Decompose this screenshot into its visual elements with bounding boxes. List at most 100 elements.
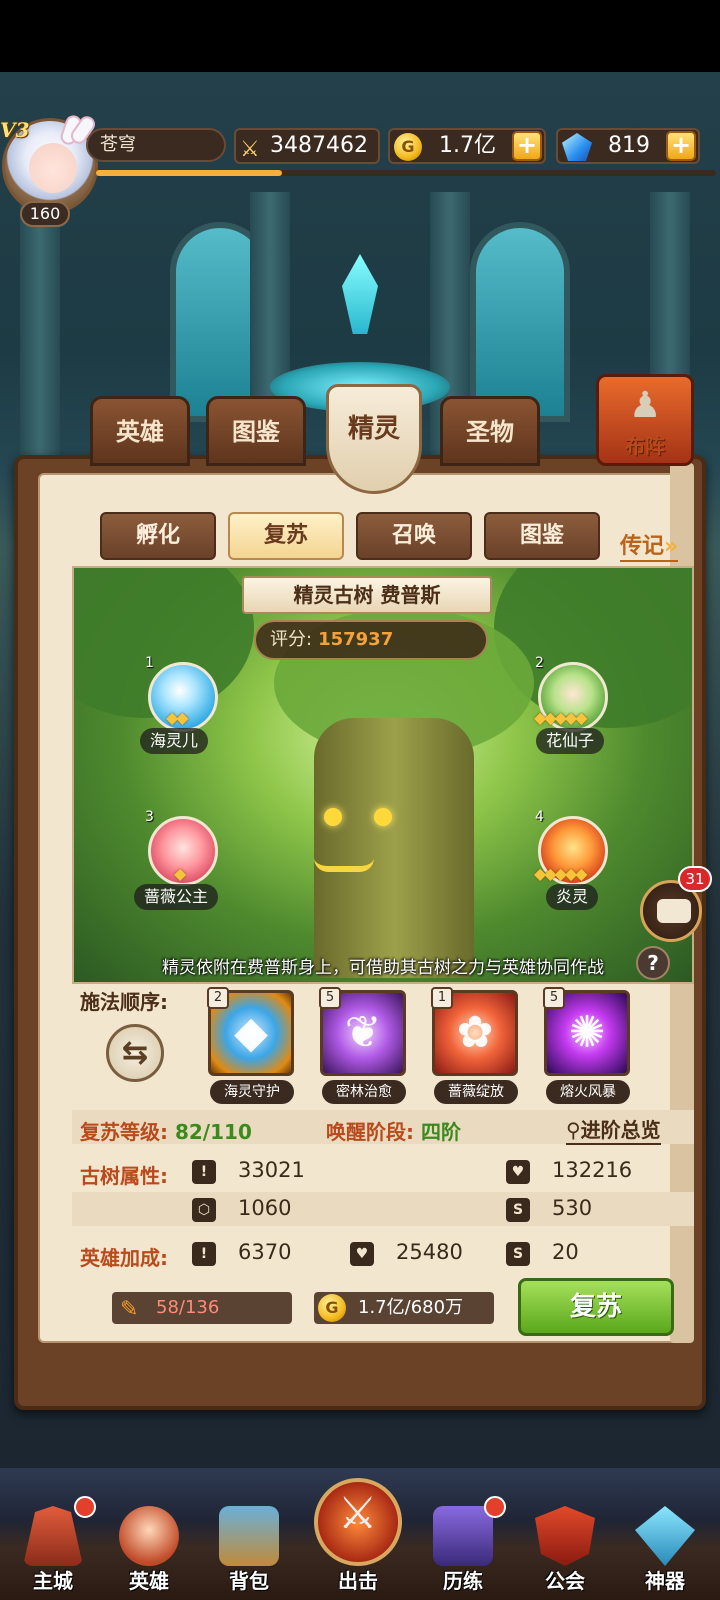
subtab-hatch[interactable]: 孵化 [100,512,216,560]
material-cost: ✎ 58/136 [112,1292,292,1324]
hero-bonus-label: 英雄加成: [80,1246,168,1270]
material-icon: ✎ [120,1297,139,1322]
speed-icon: S [506,1198,530,1222]
gold-value: 1.7亿 [439,133,496,158]
bonus-attack: 6370 [238,1240,292,1264]
status-bar-area [0,0,720,72]
sprite-name: 蔷薇公主 [134,884,219,910]
swap-icon: ⇆ [121,1033,149,1071]
tab-hero[interactable]: 英雄 [90,396,190,466]
nav-label: 神器 [645,1569,685,1593]
nav-label: 背包 [229,1569,269,1593]
nav-artifact[interactable]: 神器 [620,1506,710,1600]
health-icon: ♥ [506,1160,530,1184]
legend-label: 传记 [620,534,665,559]
skill-slot-1[interactable]: ◆ 2 [207,987,294,1076]
magnifier-icon: ⚲ [566,1118,581,1142]
slot-number: 1 [145,655,154,671]
skill-name: 海灵守护 [210,1080,294,1104]
skill-level: 1 [431,987,453,1009]
nav-label: 主城 [33,1569,73,1593]
ancient-tree-scene: 精灵古树 费普斯 评分: 157937 1 ◆◆ 海灵儿 2 ◆◆◆◆◆ 花仙子 … [72,566,694,984]
slot-number: 4 [535,809,544,825]
crystal-icon [635,1506,695,1566]
gold-coin-icon: G [318,1294,346,1322]
subtab-revive[interactable]: 复苏 [228,512,344,560]
swap-order-button[interactable]: ⇆ [106,1024,164,1082]
hero-portrait-icon [119,1506,179,1566]
nav-label: 出击 [338,1569,378,1593]
revive-button[interactable]: 复苏 [518,1278,674,1336]
notification-dot [74,1496,96,1518]
score-pill: 评分: 157937 [254,620,488,660]
gold-cost: G 1.7亿/680万 [314,1292,494,1324]
bonus-hp: 25480 [396,1240,463,1264]
gold-counter: G 1.7亿 + [388,128,546,164]
subtab-atlas[interactable]: 图鉴 [484,512,600,560]
sprite-name: 海灵儿 [140,728,209,754]
notification-dot [484,1496,506,1518]
skill-slot-4[interactable]: ✺ 5 [543,987,630,1076]
skill-slot-3[interactable]: ✿ 1 [431,987,518,1076]
skill-slot-2[interactable]: ❦ 5 [319,987,406,1076]
crossed-swords-icon: ⚔ [240,137,260,162]
cast-order-label: 施法顺序: [80,990,168,1014]
nav-label: 英雄 [129,1569,169,1593]
nav-bag[interactable]: 背包 [204,1506,294,1600]
nav-hero[interactable]: 英雄 [104,1506,194,1600]
skill-name: 蔷薇绽放 [434,1080,518,1104]
advance-overview-label: 进阶总览 [580,1118,661,1142]
revive-level-row: 复苏等级: 82/110 [80,1116,252,1145]
gem-counter: 819 + [556,128,700,164]
speed-icon: S [506,1242,530,1266]
advance-overview-link[interactable]: ⚲进阶总览 [566,1114,661,1145]
skill-level: 2 [207,987,229,1009]
attack-icon: ! [192,1242,216,1266]
tab-spirit[interactable]: 精灵 [326,384,422,494]
exp-fill [96,170,282,176]
tree-attack: 33021 [238,1158,305,1182]
subtab-summon[interactable]: 召唤 [356,512,472,560]
gold-cost-value: 1.7亿/680万 [358,1297,464,1318]
gold-coin-icon: G [394,133,422,161]
backpack-icon [219,1506,279,1566]
revive-level-value: 82/110 [174,1120,252,1144]
guild-shield-icon [535,1506,595,1566]
tree-speed: 530 [552,1196,593,1220]
material-cost-value: 58/136 [156,1297,220,1318]
castle-icon [23,1506,83,1566]
skill-level: 5 [319,987,341,1009]
star-rating: ◆ [174,864,186,883]
legend-link[interactable]: 传记» [620,528,679,562]
gem-value: 819 [608,133,650,158]
revive-level-label: 复苏等级: [80,1120,168,1144]
nav-guild[interactable]: 公会 [520,1506,610,1600]
awaken-stage-row: 唤醒阶段: 四阶 [326,1116,461,1145]
nav-label: 历练 [443,1569,483,1593]
nav-main-city[interactable]: 主城 [8,1506,98,1600]
bonus-speed: 20 [552,1240,579,1264]
add-gem-button[interactable]: + [666,131,696,161]
double-chevron-right-icon: » [664,534,679,559]
tree-description: 精灵依附在费普斯身上，可借助其古树之力与英雄协同作战 [162,958,604,978]
tree-trunk [314,718,474,978]
slot-number: 3 [145,809,154,825]
nav-label: 公会 [545,1569,585,1593]
skill-name: 熔火风暴 [546,1080,630,1104]
tab-atlas[interactable]: 图鉴 [206,396,306,466]
formation-label: 布阵 [625,434,665,458]
sword-icon: ⚔ [338,1488,378,1539]
sprite-name: 花仙子 [536,728,605,754]
chat-badge: 31 [678,866,712,892]
nav-battle[interactable]: ⚔ 出击 [308,1474,408,1600]
help-button[interactable]: ? [636,946,670,980]
attack-icon: ! [192,1160,216,1184]
nav-trials[interactable]: 历练 [418,1506,508,1600]
exp-bar [96,170,716,176]
formation-button[interactable]: ♟ 布阵 [596,374,694,466]
tree-stats-label: 古树属性: [80,1164,168,1188]
skill-level: 5 [543,987,565,1009]
tab-relic[interactable]: 圣物 [440,396,540,466]
add-gold-button[interactable]: + [512,131,542,161]
awaken-stage-value: 四阶 [420,1120,461,1144]
